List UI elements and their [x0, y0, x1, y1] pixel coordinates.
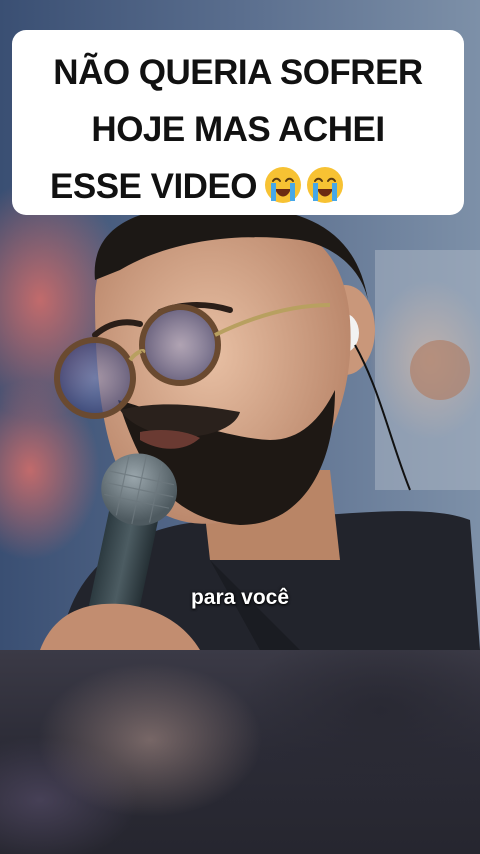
blurred-background-fill [0, 650, 480, 854]
caption-line: ESSE VIDEO [50, 167, 258, 206]
caption-line: HOJE MAS ACHEI [91, 110, 385, 149]
caption-line-with-emoji: ESSE VIDEO [22, 158, 454, 215]
loudly-crying-face-icon [305, 165, 345, 205]
caption-line: NÃO QUERIA SOFRER [53, 53, 423, 92]
video-subtitle: para você [190, 586, 290, 609]
loudly-crying-face-icon [263, 165, 303, 205]
video-frame[interactable]: NÃO QUERIA SOFRER HOJE MAS ACHEI ESSE VI… [0, 0, 480, 854]
caption-overlay: NÃO QUERIA SOFRER HOJE MAS ACHEI ESSE VI… [12, 30, 464, 215]
